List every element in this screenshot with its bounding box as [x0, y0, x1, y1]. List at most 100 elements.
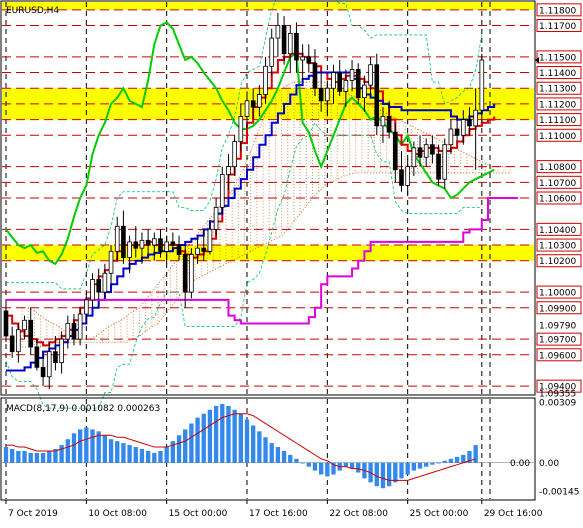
candle-body	[90, 279, 95, 301]
macd-bar	[374, 462, 379, 487]
candle-body	[312, 62, 318, 89]
candle-body	[454, 128, 460, 136]
macd-bar	[183, 429, 188, 463]
macd-bar	[121, 443, 126, 463]
macd-bar	[139, 449, 145, 463]
macd-bar	[164, 447, 169, 463]
candle-body	[423, 144, 429, 158]
candle-body	[343, 80, 349, 92]
candle-body	[386, 116, 392, 133]
price-label: 1.11700	[539, 22, 576, 32]
macd-axis-label: 0.00	[539, 459, 559, 469]
candle-body	[392, 131, 398, 171]
chart-title: EURUSD,H4	[6, 6, 59, 16]
time-label: 22 Oct 08:00	[329, 509, 388, 519]
macd-bar	[10, 449, 15, 463]
price-label: 1.11000	[539, 132, 576, 142]
macd-bar	[108, 439, 114, 463]
candle-body	[238, 116, 244, 142]
macd-bar	[22, 450, 27, 463]
macd-bar	[257, 431, 262, 463]
candle-body	[145, 239, 151, 246]
candle-body	[349, 69, 355, 81]
candle-body	[65, 323, 71, 340]
candle-body	[287, 32, 293, 55]
candle-body	[176, 244, 182, 255]
candle-body	[77, 313, 83, 340]
macd-bar	[189, 423, 194, 463]
candle-body	[182, 254, 188, 293]
macd-bar	[343, 462, 349, 467]
macd-bar	[442, 460, 447, 463]
macd-bar	[115, 441, 120, 463]
price-label: 1.09790	[539, 322, 576, 332]
macd-bar	[176, 435, 182, 463]
candle-body	[133, 241, 139, 249]
macd-bar	[195, 417, 200, 463]
candle-body	[337, 72, 343, 92]
candle-body	[448, 128, 454, 146]
price-label: 1.10600	[539, 195, 576, 205]
candle-body	[257, 94, 262, 108]
candle-body	[151, 238, 157, 246]
macd-bar	[152, 452, 157, 463]
macd-bar	[133, 447, 138, 463]
macd-bar	[84, 427, 89, 463]
candle-body	[213, 207, 219, 230]
macd-bar	[28, 452, 33, 463]
price-label: 1.11100	[539, 116, 576, 126]
candle-body	[300, 56, 305, 61]
candle-body	[232, 141, 237, 168]
candle-body	[306, 56, 312, 64]
macd-bar	[312, 462, 318, 471]
candle-body	[368, 64, 373, 86]
macd-bar	[40, 452, 46, 463]
candle-body	[411, 147, 417, 168]
macd-bar	[226, 405, 231, 463]
yellow-band	[2, 245, 534, 261]
macd-bar	[244, 419, 250, 463]
macd-bar	[158, 450, 163, 463]
time-label: 17 Oct 16:00	[249, 509, 308, 519]
price-axis: 1.11800 1.11700 1.11500 1.11400 1.11300 1.112…	[535, 3, 582, 400]
candle-body	[442, 144, 448, 180]
macd-bar	[417, 462, 423, 469]
macd-bar	[356, 462, 361, 473]
candle-body	[473, 109, 478, 127]
chart-canvas[interactable]: 1.11800 1.11700 1.11500 1.11400 1.11300 1.112…	[0, 0, 583, 524]
macd-bar	[34, 452, 40, 463]
macd-axis-label: -0.00145	[539, 488, 579, 498]
price-label: 1.11400	[539, 69, 576, 79]
macd-bar	[399, 462, 404, 479]
candle-body	[430, 144, 435, 155]
candle-body	[269, 37, 275, 67]
candle-body	[294, 32, 299, 61]
macd-bar	[16, 450, 21, 463]
candle-body	[467, 119, 472, 127]
candle-body	[244, 100, 250, 117]
macd-bar	[405, 462, 410, 475]
price-label: 1.10000	[539, 289, 576, 299]
macd-bar	[281, 450, 287, 463]
time-label: 10 Oct 08:00	[88, 509, 147, 519]
candle-body	[16, 329, 21, 353]
time-label: 7 Oct 2019	[8, 509, 58, 519]
macd-zero-label: 0.00	[510, 459, 530, 469]
macd-bar	[127, 445, 132, 463]
time-label: 15 Oct 00:00	[169, 509, 228, 519]
price-label: 1.09600	[539, 351, 576, 361]
macd-bar	[213, 405, 219, 463]
candle-body	[3, 310, 9, 337]
candle-body	[275, 25, 281, 39]
macd-bar	[436, 462, 441, 464]
candle-body	[164, 241, 169, 252]
candle-body	[250, 100, 256, 108]
macd-bar	[294, 458, 299, 463]
macd-bar	[386, 462, 392, 487]
macd-bar	[306, 462, 311, 467]
candle-body	[281, 25, 287, 55]
macd-bar	[424, 462, 429, 467]
candle-body	[71, 323, 77, 340]
price-label: 1.11300	[539, 85, 576, 95]
candle-body	[195, 247, 200, 255]
